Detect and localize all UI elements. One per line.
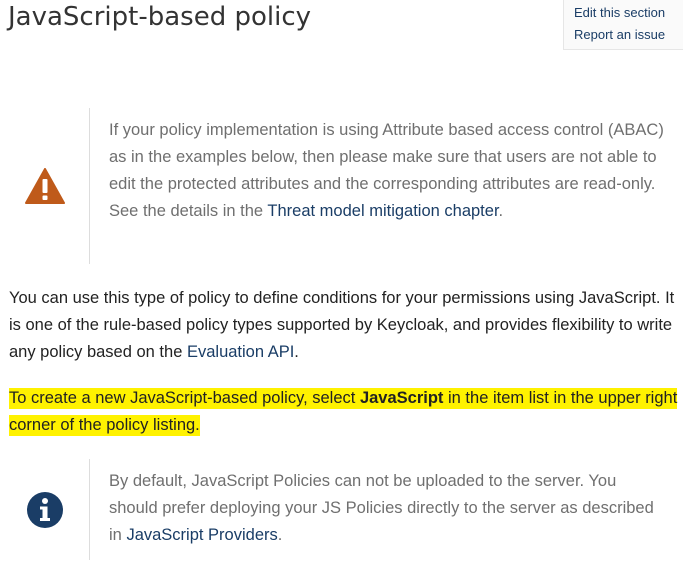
javascript-bold-label: JavaScript bbox=[359, 389, 444, 407]
warning-icon-column bbox=[0, 108, 90, 264]
instruction-paragraph: To create a new JavaScript-based policy,… bbox=[9, 385, 681, 439]
threat-model-link[interactable]: Threat model mitigation chapter bbox=[267, 202, 498, 220]
intro-text: You can use this type of policy to defin… bbox=[9, 289, 675, 361]
javascript-providers-link[interactable]: JavaScript Providers bbox=[126, 526, 277, 544]
intro-text-end: . bbox=[294, 343, 299, 361]
note-admonition: By default, JavaScript Policies can not … bbox=[0, 459, 683, 560]
edit-links-box: Edit this section Report an issue bbox=[563, 0, 683, 50]
note-text-end: . bbox=[277, 526, 283, 544]
info-icon bbox=[26, 491, 63, 528]
report-issue-link[interactable]: Report an issue bbox=[574, 24, 683, 46]
documentation-page: JavaScript-based policy Edit this sectio… bbox=[0, 0, 683, 588]
intro-paragraph: You can use this type of policy to defin… bbox=[9, 285, 681, 366]
note-icon-column bbox=[0, 459, 90, 560]
section-title: JavaScript-based policy bbox=[8, 2, 311, 32]
note-text: By default, JavaScript Policies can not … bbox=[109, 468, 669, 549]
warning-icon bbox=[24, 168, 65, 204]
warning-admonition: If your policy implementation is using A… bbox=[0, 108, 683, 264]
instruction-highlight: To create a new JavaScript-based policy,… bbox=[9, 389, 678, 434]
instruction-text: To create a new JavaScript-based policy,… bbox=[9, 389, 360, 407]
warning-text: If your policy implementation is using A… bbox=[109, 117, 669, 225]
edit-section-link[interactable]: Edit this section bbox=[574, 2, 683, 24]
evaluation-api-link[interactable]: Evaluation API bbox=[187, 343, 294, 361]
warning-text-end: . bbox=[498, 202, 504, 220]
